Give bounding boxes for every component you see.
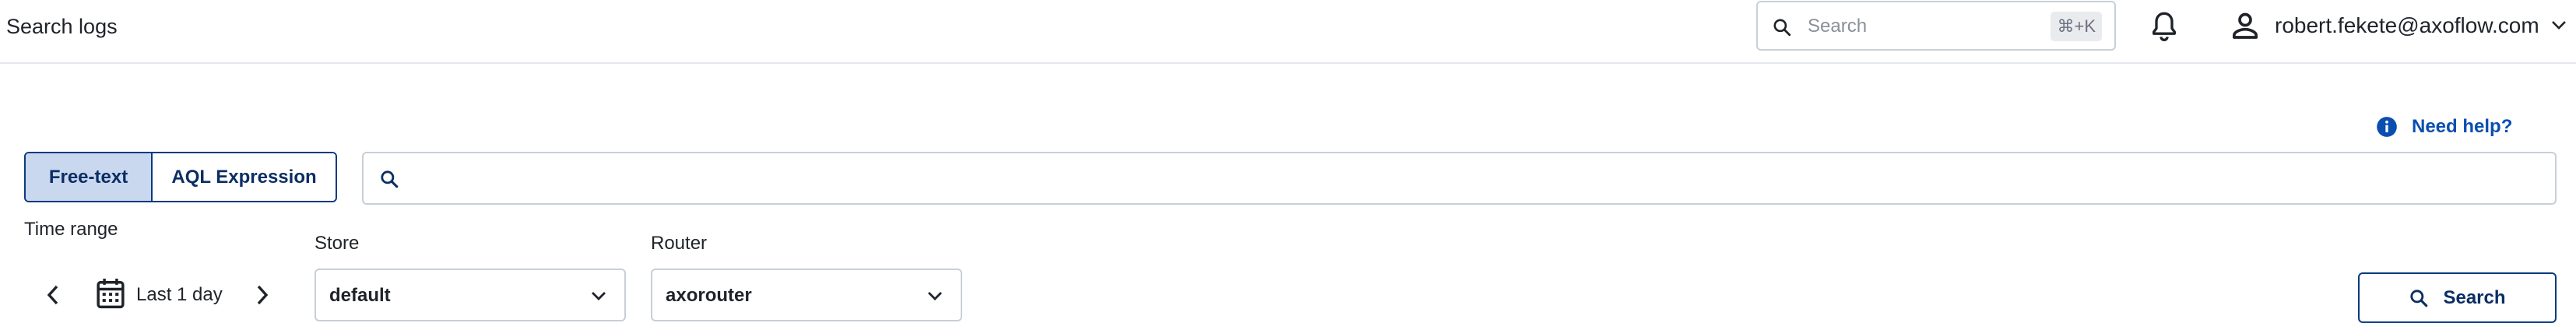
time-range-label: Time range [24, 219, 118, 240]
global-search-input[interactable]: Search ⌘+K [1756, 1, 2116, 51]
chevron-left-icon[interactable] [44, 283, 62, 307]
keyboard-shortcut-badge: ⌘+K [2051, 12, 2102, 41]
search-icon [2410, 289, 2428, 307]
search-icon [1773, 19, 1791, 37]
top-bar: Search logs Search ⌘+K robert.fekete@axo… [0, 0, 2576, 64]
store-select-value: default [329, 285, 391, 306]
store-label: Store [315, 233, 360, 254]
search-icon [381, 170, 399, 188]
aql-expression-mode-button[interactable]: AQL Expression [153, 153, 336, 201]
router-select-value: axorouter [666, 285, 752, 306]
calendar-icon[interactable] [96, 277, 125, 310]
chevron-right-icon[interactable] [253, 283, 272, 307]
global-search-placeholder: Search [1808, 16, 1868, 37]
free-text-mode-button[interactable]: Free-text [26, 153, 153, 201]
time-range-value[interactable]: Last 1 day [136, 283, 223, 307]
router-select[interactable]: axorouter [651, 269, 962, 321]
help-link[interactable]: Need help? [2376, 114, 2512, 140]
user-email[interactable]: robert.fekete@axoflow.com [2275, 12, 2539, 39]
store-select[interactable]: default [315, 269, 626, 321]
chevron-down-icon[interactable] [2550, 19, 2567, 31]
chevron-down-icon [928, 292, 942, 300]
bell-icon[interactable] [2149, 9, 2180, 44]
search-button[interactable]: Search [2358, 272, 2557, 323]
query-input[interactable] [413, 161, 2542, 197]
person-icon[interactable] [2230, 10, 2261, 41]
search-button-label: Search [2443, 286, 2506, 308]
info-icon [2377, 117, 2397, 137]
router-label: Router [651, 233, 708, 254]
query-mode-toggle: Free-text AQL Expression [24, 152, 337, 202]
chevron-down-icon [592, 292, 606, 300]
help-label: Need help? [2412, 116, 2513, 137]
page-title: Search logs [6, 15, 118, 38]
query-field[interactable] [362, 152, 2557, 205]
